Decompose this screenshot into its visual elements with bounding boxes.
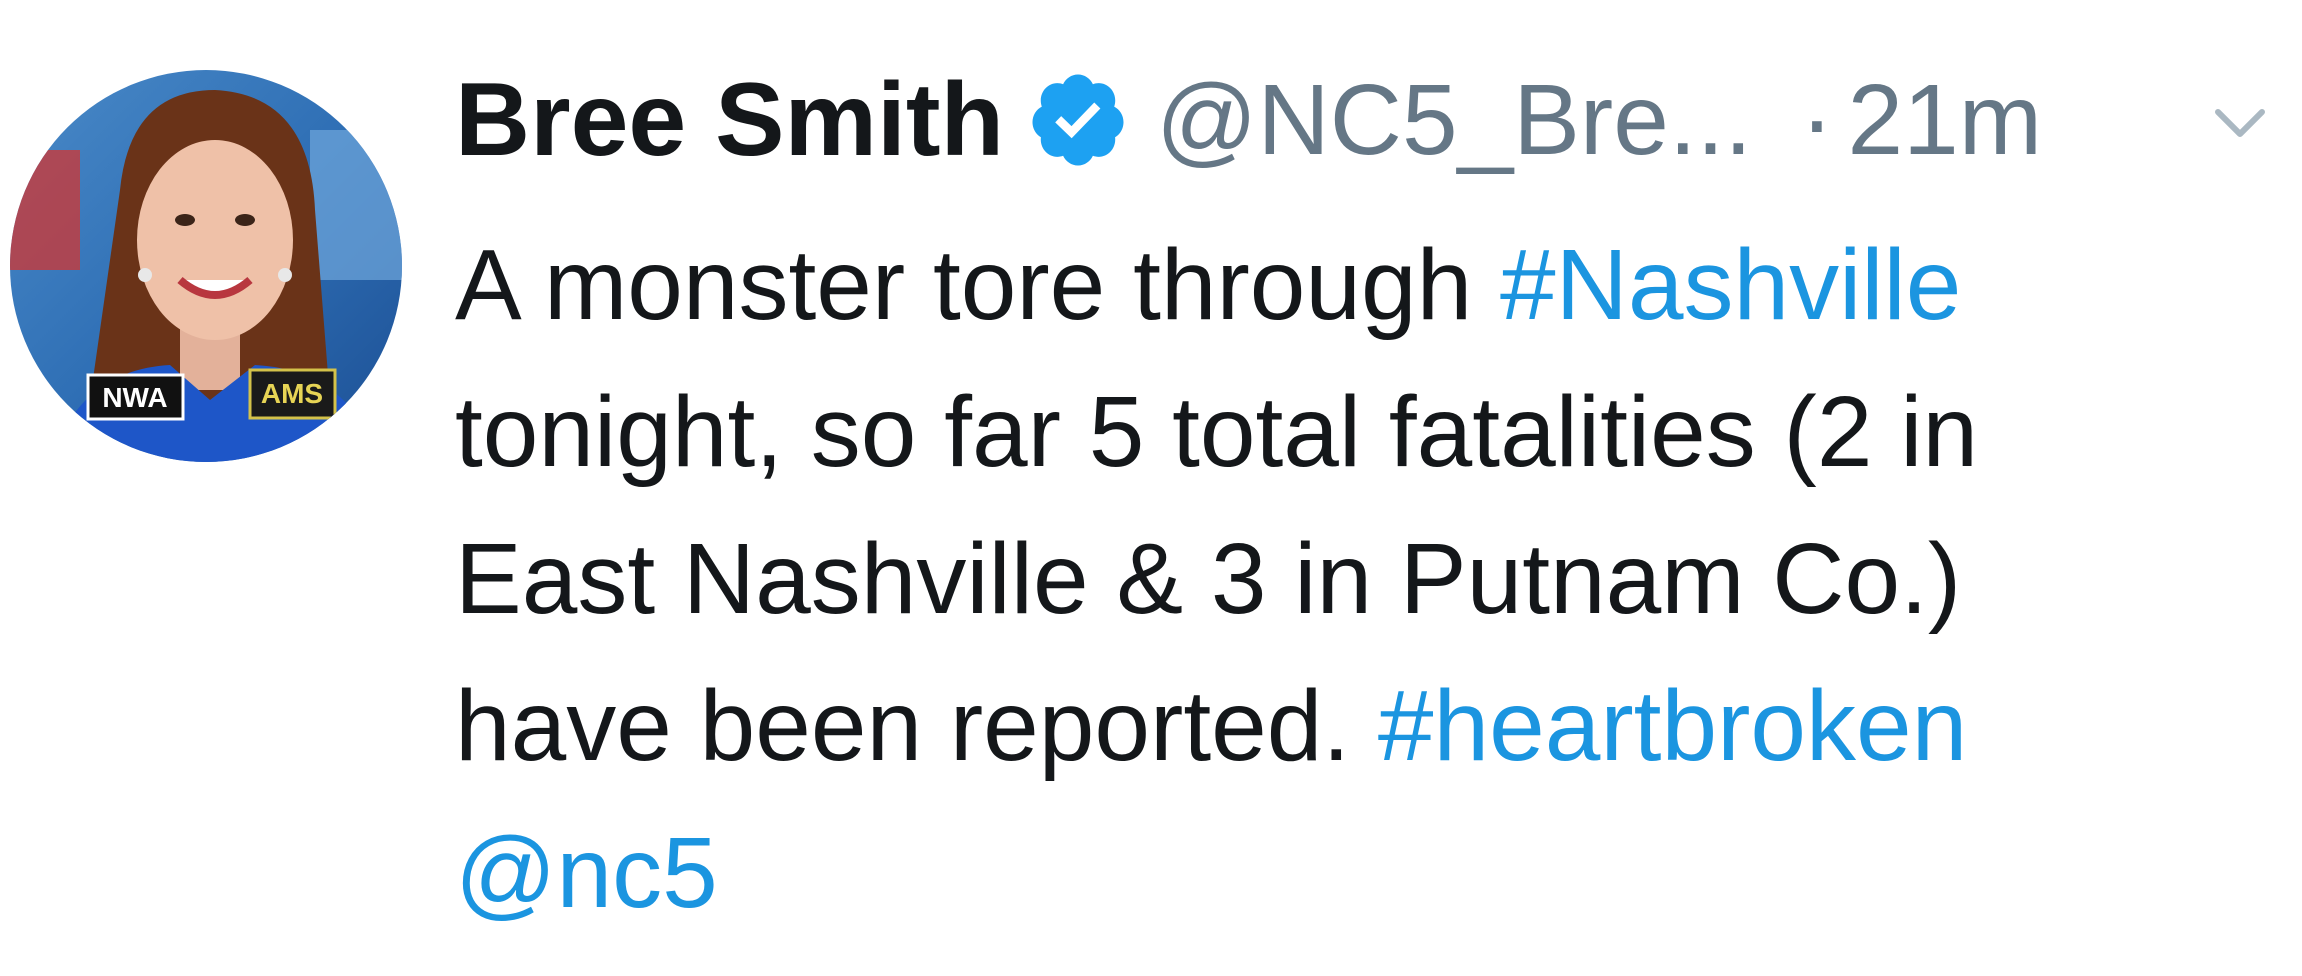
hashtag-link[interactable]: #heartbroken — [1378, 670, 1967, 782]
tweet-text-segment: have been reported. — [455, 670, 1378, 782]
mention-link[interactable]: @nc5 — [455, 817, 718, 929]
tweet-text: A monster tore through #Nashville tonigh… — [455, 212, 2285, 947]
verified-badge-icon — [1026, 68, 1130, 172]
tweet-text-segment: tonight, so far 5 total fatalities (2 in — [455, 376, 1979, 488]
tweet-line-5: @nc5 — [455, 800, 2285, 947]
chevron-down-icon[interactable] — [2204, 86, 2276, 158]
display-name[interactable]: Bree Smith — [455, 68, 1004, 172]
tweet-text-segment: East Nashville & 3 in Putnam Co.) — [455, 523, 1962, 635]
tweet-header: Bree Smith @NC5_Bre... · 21m — [455, 64, 2043, 176]
separator-dot: · — [1800, 64, 1834, 176]
ams-logo: AMS — [248, 368, 337, 420]
tweet[interactable]: NWA AMS Bree Smith @NC5_Bre... · 21m A m… — [0, 0, 2302, 976]
avatar[interactable]: NWA AMS — [10, 70, 402, 462]
hashtag-link[interactable]: #Nashville — [1500, 229, 1961, 341]
svg-text:NWA: NWA — [102, 382, 167, 413]
svg-text:AMS: AMS — [261, 378, 323, 409]
nwa-logo: NWA — [86, 373, 185, 421]
timestamp[interactable]: 21m — [1848, 70, 2043, 170]
tweet-line-2: tonight, so far 5 total fatalities (2 in — [455, 359, 2285, 506]
tweet-line-3: East Nashville & 3 in Putnam Co.) — [455, 506, 2285, 653]
tweet-text-segment: A monster tore through — [455, 229, 1501, 341]
tweet-line-4: have been reported. #heartbroken — [455, 653, 2285, 800]
tweet-line-1: A monster tore through #Nashville — [455, 212, 2285, 359]
user-handle[interactable]: @NC5_Bre... — [1156, 70, 1752, 170]
